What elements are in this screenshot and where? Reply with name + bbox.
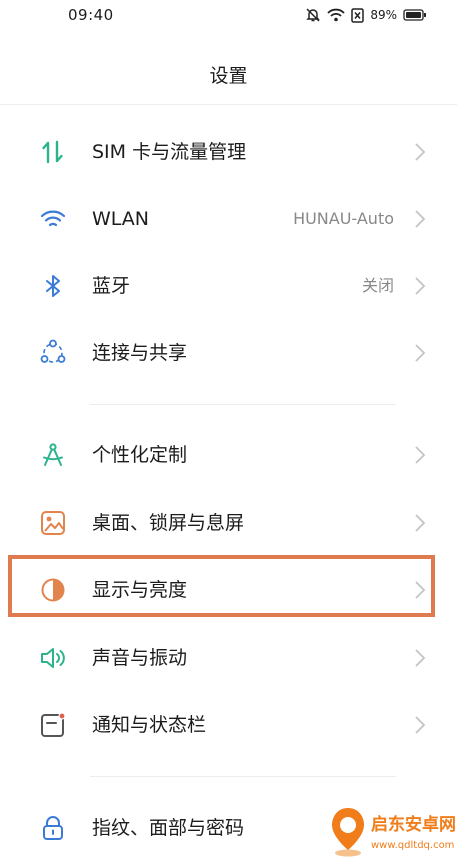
chevron-right-icon: [415, 446, 426, 464]
bluetooth-status-value: 关闭: [361, 276, 394, 295]
status-time: 09:40: [68, 6, 114, 24]
chevron-right-icon: [415, 210, 426, 228]
chevron-right-icon: [415, 344, 426, 362]
sim-status-icon: [351, 7, 365, 23]
settings-item-label: 连接与共享: [92, 342, 188, 364]
notification-icon: [41, 712, 66, 737]
chevron-right-icon: [415, 143, 426, 161]
settings-item-label: SIM 卡与流量管理: [92, 141, 247, 163]
settings-item-label: WLAN: [92, 208, 150, 230]
wlan-network-value: HUNAU-Auto: [293, 209, 394, 228]
highlight-box: [8, 555, 435, 617]
status-bar: 09:40 89%: [0, 0, 457, 32]
settings-item-bluetooth[interactable]: 蓝牙 关闭: [0, 252, 457, 320]
chevron-right-icon: [415, 514, 426, 532]
settings-item-label: 个性化定制: [92, 444, 188, 466]
wifi-icon: [40, 210, 66, 227]
settings-item-label: 桌面、锁屏与息屏: [92, 512, 245, 534]
compass-icon: [43, 443, 63, 466]
mute-bell-icon: [306, 8, 321, 22]
watermark-logo: 启东安卓网 www.qdltdq.com: [332, 808, 456, 857]
sim-data-icon: [42, 140, 63, 164]
header-divider: [0, 104, 457, 105]
chevron-right-icon: [415, 716, 426, 734]
settings-item-connection-sharing[interactable]: 连接与共享: [0, 319, 457, 387]
settings-item-label: 蓝牙: [92, 275, 131, 297]
group-divider: [90, 776, 396, 777]
chevron-right-icon: [415, 277, 426, 295]
chevron-right-icon: [415, 649, 426, 667]
speaker-icon: [41, 648, 65, 668]
share-icon: [40, 339, 66, 363]
settings-item-personalization[interactable]: 个性化定制: [0, 421, 457, 489]
settings-item-sim-data[interactable]: SIM 卡与流量管理: [0, 118, 457, 186]
settings-item-wlan[interactable]: WLAN HUNAU-Auto: [0, 185, 457, 253]
settings-item-wallpaper[interactable]: 桌面、锁屏与息屏: [0, 489, 457, 557]
settings-item-notifications[interactable]: 通知与状态栏: [0, 691, 457, 759]
bluetooth-icon: [46, 275, 60, 297]
settings-item-label: 通知与状态栏: [92, 714, 207, 736]
battery-icon: [403, 9, 426, 21]
wifi-status-icon: [327, 8, 345, 22]
settings-item-sound-vibration[interactable]: 声音与振动: [0, 624, 457, 692]
lock-icon: [43, 816, 63, 840]
watermark-url: www.qdltdq.com: [371, 840, 454, 851]
battery-percent: 89%: [370, 8, 397, 22]
settings-item-label: 声音与振动: [92, 647, 188, 669]
watermark-title: 启东安卓网: [371, 814, 456, 835]
status-icons: 89%: [305, 7, 427, 23]
group-divider: [90, 404, 396, 405]
wallpaper-icon: [41, 511, 65, 535]
page-title: 设置: [209, 65, 248, 87]
settings-item-label: 指纹、面部与密码: [92, 817, 245, 839]
